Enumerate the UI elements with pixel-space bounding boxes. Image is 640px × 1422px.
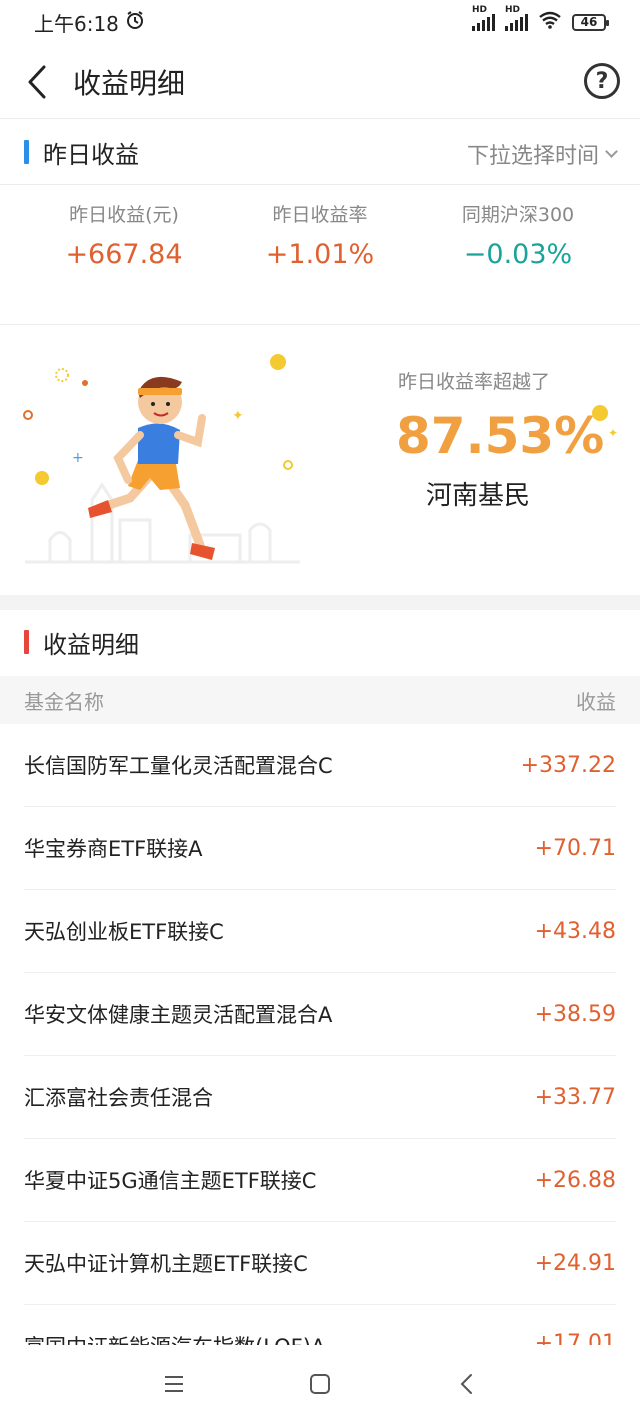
app-header: 收益明细 ? — [0, 44, 640, 119]
status-time: 上午6:18 — [34, 11, 119, 36]
wifi-icon — [538, 10, 562, 34]
fund-profit: +24.91 — [534, 1250, 616, 1276]
fund-profit: +70.71 — [534, 835, 616, 861]
home-icon[interactable] — [302, 1366, 338, 1402]
stat-label: 同期沪深300 — [461, 204, 575, 226]
list-item[interactable]: 长信国防军工量化灵活配置混合C +337.22 — [24, 724, 616, 807]
stat-label: 昨日收益率 — [272, 204, 368, 226]
menu-icon[interactable] — [156, 1366, 192, 1402]
fund-name: 华夏中证5G通信主题ETF联接C — [24, 1169, 317, 1193]
list-item[interactable]: 汇添富社会责任混合 +33.77 — [24, 1056, 616, 1139]
col-profit: 收益 — [576, 689, 616, 714]
divider — [0, 184, 640, 185]
battery-icon: 46 — [572, 13, 609, 31]
time-select-dropdown[interactable]: 下拉选择时间 — [466, 138, 618, 170]
svg-text:✦: ✦ — [608, 426, 618, 440]
fund-name: 天弘创业板ETF联接C — [24, 920, 224, 944]
yesterday-title: 昨日收益 — [43, 140, 139, 169]
yesterday-stats: 昨日收益(元) +667.84 昨日收益率 +1.01% 同期沪深300 −0.… — [0, 200, 640, 310]
stat-value: +1.01% — [265, 239, 375, 270]
stat-value: +667.84 — [65, 239, 183, 270]
time-select-label: 下拉选择时间 — [466, 144, 599, 169]
fund-name: 华宝券商ETF联接A — [24, 837, 203, 861]
rank-value: 87.53% — [396, 407, 605, 465]
page-title: 收益明细 — [73, 67, 186, 100]
stat-yesterday-rate: 昨日收益率 +1.01% — [220, 200, 420, 270]
fund-name: 汇添富社会责任混合 — [24, 1086, 213, 1110]
signal-1-icon: HD — [472, 5, 495, 31]
fund-list: 长信国防军工量化灵活配置混合C +337.22 华宝券商ETF联接A +70.7… — [0, 724, 640, 1349]
list-item[interactable]: 华安文体健康主题灵活配置混合A +38.59 — [24, 973, 616, 1056]
fund-name: 天弘中证计算机主题ETF联接C — [24, 1252, 308, 1276]
section-marker — [24, 140, 29, 164]
fund-name: 长信国防军工量化灵活配置混合C — [24, 754, 333, 778]
stat-hs300: 同期沪深300 −0.03% — [418, 200, 618, 270]
fund-profit: +43.48 — [534, 918, 616, 944]
list-item[interactable]: 天弘中证计算机主题ETF联接C +24.91 — [24, 1222, 616, 1305]
table-header: 基金名称 收益 — [0, 676, 640, 724]
svg-text:+: + — [72, 450, 84, 466]
fund-profit: +38.59 — [534, 1001, 616, 1027]
fund-profit: +33.77 — [534, 1084, 616, 1110]
chevron-down-icon — [605, 144, 618, 158]
rank-banner: ✦ + ✦ — [0, 325, 640, 595]
back-arrow-icon[interactable] — [22, 62, 52, 102]
fund-profit: +337.22 — [520, 752, 616, 778]
fund-name: 华安文体健康主题灵活配置混合A — [24, 1003, 333, 1027]
system-nav-bar — [0, 1345, 640, 1422]
coin-icon: ✦ — [590, 403, 620, 447]
stat-value: −0.03% — [463, 239, 573, 270]
section-marker — [24, 630, 29, 654]
svg-text:✦: ✦ — [232, 408, 244, 424]
help-icon[interactable]: ? — [584, 63, 620, 99]
status-right: HD HD 46 — [472, 5, 609, 34]
list-item[interactable]: 天弘创业板ETF联接C +43.48 — [24, 890, 616, 973]
alarm-icon — [125, 10, 145, 35]
runner-illustration: ✦ + ✦ — [20, 340, 330, 580]
yesterday-section-header: 昨日收益 下拉选择时间 — [0, 120, 640, 184]
rank-region: 河南基民 — [426, 481, 531, 511]
status-left: 上午6:18 — [34, 8, 145, 37]
detail-title: 收益明细 — [43, 630, 139, 659]
signal-2-icon: HD — [505, 5, 528, 31]
list-item[interactable]: 华宝券商ETF联接A +70.71 — [24, 807, 616, 890]
list-item[interactable]: 富国中证新能源汽车指数(LOF)A +17.01 — [24, 1305, 616, 1349]
fund-profit: +26.88 — [534, 1167, 616, 1193]
rank-label: 昨日收益率超越了 — [398, 371, 551, 393]
col-fund-name: 基金名称 — [24, 689, 104, 714]
back-icon[interactable] — [448, 1366, 484, 1402]
stat-label: 昨日收益(元) — [69, 204, 179, 226]
detail-section-header: 收益明细 — [0, 610, 640, 674]
list-item[interactable]: 华夏中证5G通信主题ETF联接C +26.88 — [24, 1139, 616, 1222]
status-bar: 上午6:18 HD HD 46 — [0, 0, 640, 44]
section-gap — [0, 595, 640, 610]
stat-yesterday-profit: 昨日收益(元) +667.84 — [24, 200, 224, 270]
